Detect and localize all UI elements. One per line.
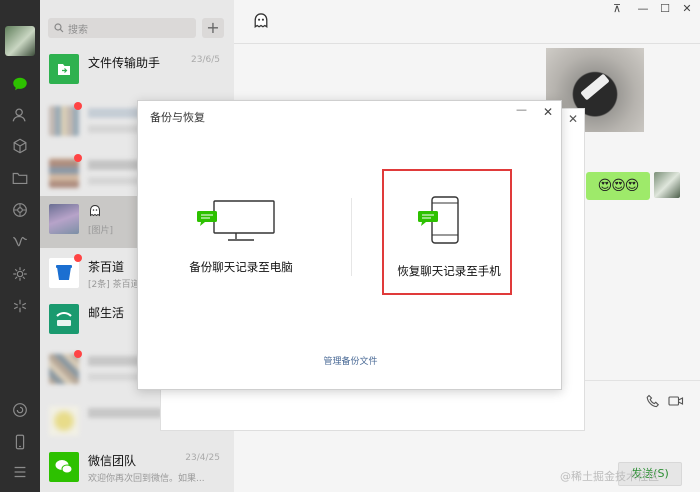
folder-icon[interactable] — [10, 168, 30, 188]
search-icon — [54, 23, 64, 33]
session-time: 23/6/5 — [191, 55, 220, 65]
list-item[interactable]: 微信团队 欢迎你再次回到微信。如果... 23/4/25 — [40, 444, 234, 492]
restore-to-phone-option[interactable]: 恢复聊天记录至手机 — [382, 169, 512, 295]
session-name: 邮生活 — [88, 306, 125, 320]
post-life-avatar — [49, 304, 79, 334]
group-avatar — [49, 354, 79, 384]
restore-to-phone-label: 恢复聊天记录至手机 — [397, 264, 501, 278]
avatar[interactable] — [654, 172, 680, 198]
dialog-minimize-button[interactable]: — — [516, 103, 527, 116]
dialog-close-button[interactable]: ✕ — [543, 105, 553, 119]
backup-restore-dialog: 备份与恢复 — ✕ 备份聊天记录至电脑 恢复聊天记录至手机 管理备份文件 — [137, 100, 562, 390]
mini-programs-icon[interactable] — [10, 264, 30, 284]
nav-rail — [0, 0, 40, 492]
contact-avatar — [49, 406, 79, 436]
channels-icon[interactable] — [10, 232, 30, 252]
collections-icon[interactable] — [10, 136, 30, 156]
file-transfer-icon — [49, 54, 79, 84]
session-preview: [图片] — [88, 226, 114, 236]
video-call-icon[interactable] — [668, 394, 684, 408]
manage-backup-files-link[interactable]: 管理备份文件 — [138, 354, 563, 367]
minimize-button[interactable]: — — [636, 2, 650, 16]
phone-icon[interactable] — [646, 394, 660, 408]
close-button[interactable]: ✕ — [680, 2, 694, 16]
session-name — [88, 408, 162, 418]
phone-restore-icon — [418, 196, 459, 244]
ghost-emoji-icon — [90, 204, 100, 217]
contact-avatar — [49, 204, 79, 234]
unread-dot — [74, 254, 82, 262]
watermark: @稀土掘金技术社区 — [560, 470, 659, 483]
maximize-button[interactable]: ☐ — [658, 2, 672, 16]
chat-header: ⊼ — ☐ ✕ — [234, 0, 700, 44]
session-preview: [2条] 茶百道 — [88, 280, 140, 290]
unread-dot — [74, 154, 82, 162]
group-avatar — [49, 158, 79, 188]
close-icon[interactable]: ✕ — [568, 112, 578, 126]
chat-icon[interactable] — [10, 74, 30, 94]
moments-icon[interactable] — [10, 200, 30, 220]
option-divider — [351, 198, 352, 276]
search-box[interactable]: 搜索 — [48, 18, 196, 38]
unread-dot — [74, 102, 82, 110]
group-avatar — [49, 106, 79, 136]
backup-to-pc-option[interactable]: 备份聊天记录至电脑 — [176, 197, 306, 277]
backup-to-pc-label: 备份聊天记录至电脑 — [189, 260, 293, 274]
session-name: 茶百道 — [88, 260, 125, 274]
user-avatar[interactable] — [5, 26, 35, 56]
search-input[interactable]: 搜索 — [68, 21, 88, 36]
pin-button[interactable]: ⊼ — [610, 2, 624, 16]
computer-icon — [197, 200, 275, 241]
add-button[interactable]: + — [202, 18, 224, 38]
wechat-team-icon — [49, 452, 79, 482]
chabaidao-avatar — [49, 258, 79, 288]
search-feature-icon[interactable] — [10, 296, 30, 316]
phone-manager-icon[interactable] — [10, 400, 30, 420]
contacts-icon[interactable] — [10, 105, 30, 125]
session-time: 23/4/25 — [185, 453, 220, 463]
emoji-message[interactable]: 😍😍😍 — [586, 172, 650, 200]
unread-dot — [74, 350, 82, 358]
list-item[interactable]: 文件传输助手 23/6/5 — [40, 46, 234, 98]
ghost-emoji-icon — [254, 13, 268, 28]
mobile-icon[interactable] — [10, 432, 30, 452]
menu-icon[interactable] — [10, 462, 30, 482]
session-name: 微信团队 — [88, 454, 137, 468]
session-name: 文件传输助手 — [88, 56, 161, 70]
session-preview: 欢迎你再次回到微信。如果... — [88, 474, 205, 484]
dialog-title: 备份与恢复 — [150, 111, 205, 124]
